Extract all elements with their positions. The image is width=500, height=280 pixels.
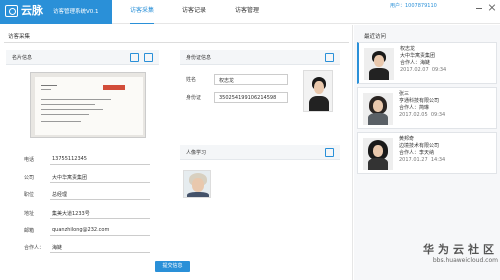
recent-visits-panel: 最近访问 权志龙 大中华寓责集团 合作人：海鲢 2017.02.07 09:34… <box>354 25 500 280</box>
recent-visits-title: 最近访问 <box>364 34 387 40</box>
visit-time: 09:34 <box>430 112 446 118</box>
title-divider <box>4 42 349 43</box>
id-info-header: 身份证信息 <box>180 50 340 65</box>
watermark: 华为云社区 bbs.huaweicloud.com <box>398 243 498 277</box>
submit-button[interactable]: 提交信息 <box>155 261 190 272</box>
watermark-url: bbs.huaweicloud.com <box>432 257 498 264</box>
tab-visitor-capture[interactable]: 访客采集 <box>130 0 155 24</box>
visit-date: 2017.02.07 <box>400 67 429 73</box>
portrait-header: 人像学习 <box>180 145 340 160</box>
camera-icon[interactable] <box>144 53 153 62</box>
business-card-image <box>30 72 146 138</box>
visitor-name: 张三 <box>399 91 410 97</box>
portrait-capture-icon[interactable] <box>325 148 334 157</box>
main-panel: 访客采集 名片信息 身份证信息 人像学习 <box>0 25 353 280</box>
page-title: 访客采集 <box>8 34 31 40</box>
window-controls <box>472 3 496 11</box>
visitor-avatar <box>364 48 394 80</box>
user-id-label[interactable]: 用户：1007879110 <box>390 0 437 12</box>
company-label: 公司 <box>24 175 35 181</box>
position-label: 职位 <box>24 192 35 198</box>
visitor-info: 黄邦奇 边境技术有限公司 合作人：李天纳 2017.01.27 14:34 <box>399 136 445 164</box>
tab-visitor-management[interactable]: 访客管理 <box>235 0 259 24</box>
card-info-title: 名片信息 <box>12 55 33 61</box>
partner-field[interactable]: 海鲢 <box>52 244 62 251</box>
app-logo-icon <box>5 5 18 17</box>
visitor-name: 黄邦奇 <box>399 136 415 142</box>
visit-date: 2017.02.05 <box>399 112 428 118</box>
email-label: 邮箱 <box>24 228 35 234</box>
email-field[interactable]: quanzhilong@232.com <box>52 227 109 233</box>
id-photo <box>303 70 333 112</box>
visitor-partner: 合作人：简琳 <box>399 105 430 111</box>
scan-card-icon[interactable] <box>130 53 139 62</box>
visitor-company: 亨通科技有限公司 <box>399 98 440 104</box>
id-number-field[interactable]: 350254199106214598 <box>214 92 288 103</box>
watermark-cn: 华为云社区 <box>423 243 498 256</box>
visitor-name: 权志龙 <box>400 46 416 52</box>
address-label: 地址 <box>24 211 35 217</box>
brand-name: 云脉 <box>21 4 43 17</box>
visit-time: 14:34 <box>430 157 446 163</box>
id-name-label: 姓名 <box>186 77 197 83</box>
company-field[interactable]: 大中华寓责集团 <box>52 174 87 181</box>
partner-label: 合作人： <box>24 245 45 251</box>
visitor-company: 大中华寓责集团 <box>400 53 436 59</box>
portrait-photo <box>183 170 211 198</box>
brand-block: 云脉 访客管理系统V0.1 <box>0 0 112 24</box>
visitor-card[interactable]: 黄邦奇 边境技术有限公司 合作人：李天纳 2017.01.27 14:34 <box>357 132 497 174</box>
visitor-info: 权志龙 大中华寓责集团 合作人：海鲢 2017.02.07 09:34 <box>400 46 446 74</box>
top-bar: 云脉 访客管理系统V0.1 访客采集 访客记录 访客管理 用户：10078791… <box>0 0 500 24</box>
address-field[interactable]: 集美大道1233号 <box>52 210 90 217</box>
id-info-title: 身份证信息 <box>186 55 212 61</box>
visitor-card[interactable]: 张三 亨通科技有限公司 合作人：简琳 2017.02.05 09:34 <box>357 87 497 129</box>
visitor-card[interactable]: 权志龙 大中华寓责集团 合作人：海鲢 2017.02.07 09:34 <box>357 42 497 84</box>
visitor-info: 张三 亨通科技有限公司 合作人：简琳 2017.02.05 09:34 <box>399 91 445 119</box>
tab-visitor-records[interactable]: 访客记录 <box>182 0 206 24</box>
visit-time: 09:34 <box>431 67 447 73</box>
visit-date: 2017.01.27 <box>399 157 428 163</box>
card-info-header: 名片信息 <box>6 50 159 65</box>
id-name-field[interactable]: 权志龙 <box>214 74 288 85</box>
visitor-company: 边境技术有限公司 <box>399 143 440 149</box>
phone-label: 电话 <box>24 157 35 163</box>
id-number-label: 身份证 <box>186 95 202 101</box>
system-name: 访客管理系统V0.1 <box>53 9 99 15</box>
read-id-icon[interactable] <box>325 53 334 62</box>
close-icon[interactable] <box>488 3 496 11</box>
visitor-partner: 合作人：海鲢 <box>400 60 431 66</box>
position-field[interactable]: 总经理 <box>52 191 67 198</box>
visitor-partner: 合作人：李天纳 <box>399 150 435 156</box>
minimize-icon[interactable] <box>475 3 483 11</box>
phone-field[interactable]: 13755112345 <box>52 156 87 162</box>
visitor-avatar <box>363 93 393 125</box>
visitor-avatar <box>363 138 393 170</box>
portrait-title: 人像学习 <box>186 150 207 156</box>
